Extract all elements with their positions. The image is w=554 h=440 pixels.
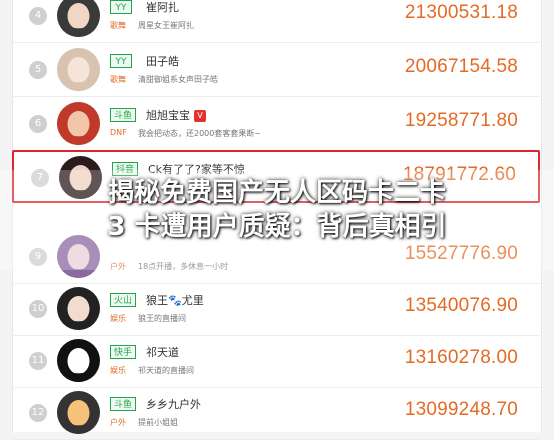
platform-tag: YY: [110, 54, 132, 68]
ranking-row[interactable]: 5 YY 田子皓歌舞 清甜御姐系女声田子皓 20067154.58: [12, 44, 540, 97]
platform-tag: YY: [110, 0, 132, 14]
streamer-name-text[interactable]: 狼王🐾尤里: [146, 294, 204, 307]
overlay-headline-line2: 3 卡遭用户质疑：背后真相引: [107, 212, 447, 242]
rank-number: 4: [29, 7, 47, 25]
avatar[interactable]: [57, 287, 100, 330]
streamer-name-text[interactable]: 崔阿扎: [146, 1, 179, 14]
platform-tag: 火山: [110, 293, 137, 307]
rank-number: 5: [29, 61, 47, 79]
streamer-name-text[interactable]: 乡乡九户外: [146, 398, 201, 411]
rank-number: 6: [29, 115, 47, 133]
popularity-score: 13540076.90: [404, 295, 518, 316]
overlay-headline-line1: 揭秘免费国产无人区码卡二卡: [107, 178, 446, 208]
rank-number: 11: [29, 352, 47, 370]
streamer-name-text[interactable]: 田子皓: [146, 55, 179, 68]
stream-description: 周星女王崔阿扎: [138, 21, 194, 30]
verified-badge-icon: V: [194, 110, 206, 122]
category-label: 歌舞: [110, 75, 126, 84]
avatar[interactable]: [57, 102, 100, 145]
stream-description: 我会把动态，还2000套客套果断~: [138, 129, 262, 138]
popularity-score: 19258771.80: [404, 110, 518, 131]
streamer-name[interactable]: 狼王🐾尤里: [146, 292, 204, 308]
category-label: 户外: [110, 418, 126, 427]
ranking-row[interactable]: 11 快手 祁天道娱乐 祁天道的直播间 13160278.00: [12, 335, 540, 388]
streamer-name[interactable]: 田子皓: [146, 53, 179, 69]
rank-number: 12: [29, 404, 47, 422]
popularity-score: 13160278.00: [404, 347, 518, 368]
popularity-score: 20067154.58: [404, 56, 518, 77]
streamer-name-text[interactable]: 祁天道: [146, 346, 179, 359]
stream-description: 狼王的直播间: [138, 314, 186, 323]
avatar[interactable]: [57, 48, 100, 91]
ranking-row[interactable]: 10 火山 狼王🐾尤里娱乐 狼王的直播间 13540076.90: [12, 283, 540, 336]
platform-tag: 快手: [110, 345, 137, 359]
stream-description: 提前小姐姐: [138, 418, 178, 427]
streamer-name[interactable]: 祁天道: [146, 344, 179, 360]
popularity-score: 13099248.70: [404, 399, 518, 420]
ranking-page: 4 YY 崔阿扎 歌舞 周星女王崔阿扎 21300531.18 5 YY 田子皓 歌舞 清甜御姐系女…: [0, 0, 554, 440]
stream-description: 清甜御姐系女声田子皓: [138, 75, 218, 84]
streamer-name-text[interactable]: 旭旭宝宝: [146, 109, 190, 122]
category-label: 娱乐: [110, 366, 126, 375]
rank-number: 10: [29, 300, 47, 318]
platform-tag: 斗鱼: [110, 108, 137, 122]
avatar[interactable]: [57, 339, 100, 382]
streamer-name[interactable]: 乡乡九户外: [146, 396, 201, 412]
overlay-headline: 揭秘免费国产无人区码卡二卡 3 卡遭用户质疑：背后真相引: [0, 176, 554, 244]
avatar[interactable]: [57, 0, 100, 37]
category-label: 娱乐: [110, 314, 126, 323]
ranking-row[interactable]: 6 斗鱼 旭旭宝宝 V DNF 我会把动态，还2000套客套果断~ 19258771.80: [12, 98, 540, 151]
ranking-row[interactable]: 4 YY 崔阿扎歌舞 周星女王崔阿扎 21300531.18: [12, 0, 540, 43]
streamer-name[interactable]: 旭旭宝宝 V: [146, 107, 206, 123]
popularity-score: 21300531.18: [404, 2, 518, 23]
stream-description: 祁天道的直播间: [138, 366, 194, 375]
ranking-row[interactable]: 12 斗鱼 乡乡九户外户外 提前小姐姐 13099248.70: [12, 387, 540, 440]
category-label: DNF: [110, 128, 127, 137]
platform-tag: 斗鱼: [110, 397, 137, 411]
category-label: 歌舞: [110, 21, 126, 30]
streamer-name[interactable]: 崔阿扎: [146, 0, 179, 15]
avatar[interactable]: [57, 391, 100, 434]
